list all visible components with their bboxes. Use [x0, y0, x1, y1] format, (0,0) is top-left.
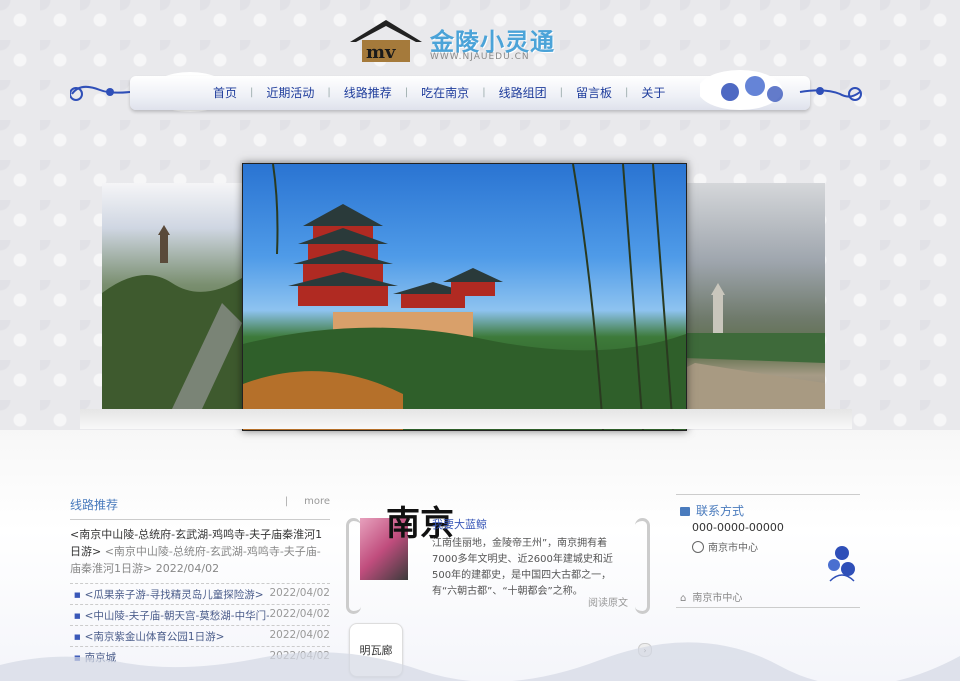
read-more-link[interactable]: 阅读原文: [588, 594, 628, 609]
news-more-link[interactable]: | more: [285, 496, 330, 513]
main-nav: 首页 | 近期活动 | 线路推荐 | 吃在南京 | 线路组团 | 留言板 | 关于: [200, 82, 720, 102]
pagoda-river-image: [685, 283, 825, 409]
nav-food-nanjing[interactable]: 吃在南京: [408, 84, 482, 101]
news-title: 线路推荐: [70, 498, 119, 512]
contact-phone: 000-0000-00000: [692, 521, 784, 534]
list-item-title: <瓜果亲子游-寻找精灵岛儿童探险游>: [74, 587, 269, 601]
yuejiang-tower-image: [243, 163, 686, 431]
bracket-right-icon: [635, 518, 650, 614]
nav-route-recommend[interactable]: 线路推荐: [331, 84, 405, 101]
logo-badge-text: mv: [366, 42, 396, 63]
contact-address: 南京市中心: [692, 539, 758, 554]
nav-group-tour[interactable]: 线路组团: [486, 84, 560, 101]
contact-footer-text: 南京市中心: [692, 593, 743, 604]
contact-card-icon: [680, 507, 690, 516]
porcelain-flower-icon: [828, 546, 855, 582]
news-more-label: more: [304, 496, 330, 507]
banner-right-photo[interactable]: [685, 183, 825, 409]
card-text: 江南佳丽地，金陵帝王州”，南京拥有着7000多年文明史、近2600年建城史和近5…: [432, 538, 613, 597]
card-heading[interactable]: 我要大蓝鲸: [432, 516, 487, 532]
contact-address-text: 南京市中心: [708, 543, 758, 554]
list-item-title: <中山陵-夫子庙-朝天宫-莫愁湖-中华门-阅江…: [74, 608, 270, 622]
banner-shadow: [80, 409, 852, 429]
porcelain-scroll-right-icon: [700, 70, 862, 110]
list-item[interactable]: <中山陵-夫子庙-朝天宫-莫愁湖-中华门-阅江…2022/04/02: [70, 604, 330, 625]
intro-card: 南京 我要大蓝鲸 江南佳丽地，金陵帝王州”，南京拥有着7000多年文明史、近26…: [346, 498, 650, 616]
banner-main-photo[interactable]: [242, 163, 687, 431]
pagoda-hill-image: [102, 225, 242, 409]
home-icon: ⌂: [680, 593, 687, 604]
banner-left-photo[interactable]: [102, 183, 242, 409]
site-url: WWW.NJAUEDU.CN: [430, 52, 530, 62]
nav-recent-events[interactable]: 近期活动: [253, 84, 327, 101]
location-pin-icon: [692, 541, 704, 553]
bracket-left-icon: [346, 518, 361, 614]
nav-message-board[interactable]: 留言板: [563, 84, 625, 101]
list-item[interactable]: <瓜果亲子游-寻找精灵岛儿童探险游>2022/04/02: [70, 583, 330, 604]
house-logo-icon: mv: [350, 20, 422, 63]
featured-date: 2022/04/02: [155, 562, 220, 575]
site-logo[interactable]: mv 金陵小灵通 WWW.NJAUEDU.CN: [346, 18, 586, 68]
nav-home[interactable]: 首页: [200, 84, 250, 101]
news-header: 线路推荐 | more: [70, 496, 330, 520]
ink-mountains-icon: [0, 642, 960, 681]
nav-about[interactable]: 关于: [628, 84, 678, 101]
contact-panel: 联系方式 000-0000-00000 南京市中心 ⌂ 南京市中心: [676, 494, 860, 608]
contact-title-label: 联系方式: [696, 504, 745, 518]
contact-title: 联系方式: [680, 502, 744, 519]
news-featured-item[interactable]: <南京中山陵-总统府-玄武湖-鸡鸣寺-夫子庙秦淮河1日游> <南京中山陵-总统府…: [70, 526, 330, 577]
list-item-date: 2022/04/02: [269, 587, 330, 599]
contact-footer: ⌂ 南京市中心: [680, 589, 742, 604]
list-item-date: 2022/04/02: [269, 608, 330, 620]
